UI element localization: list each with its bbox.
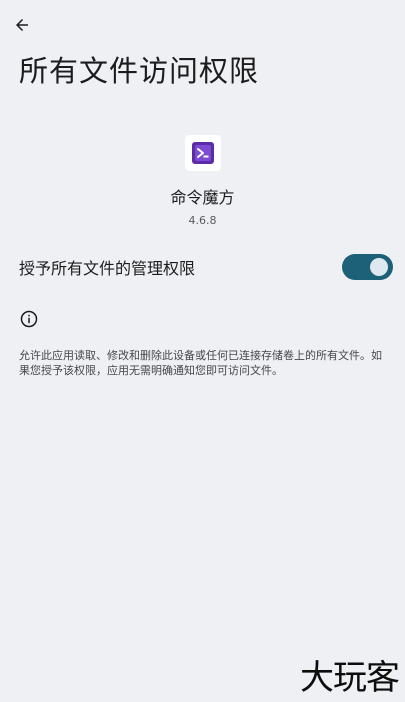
arrow-back-icon <box>16 19 28 31</box>
permission-toggle[interactable] <box>342 254 393 280</box>
app-header: 命令魔方 4.6.8 <box>0 135 405 227</box>
permission-toggle-label: 授予所有文件的管理权限 <box>19 259 196 278</box>
app-version: 4.6.8 <box>188 214 217 227</box>
app-icon <box>184 135 221 171</box>
permission-description: 允许此应用读取、修改和删除此设备或任何已连接存储卷上的所有文件。如果您授予该权限… <box>19 349 382 377</box>
toggle-knob <box>370 258 388 276</box>
permission-toggle-row[interactable]: 授予所有文件的管理权限 <box>19 253 393 281</box>
back-button[interactable] <box>10 13 34 37</box>
page-title: 所有文件访问权限 <box>19 54 260 88</box>
watermark-logo: 大玩客 <box>300 658 400 698</box>
info-icon <box>20 310 38 328</box>
app-name: 命令魔方 <box>170 188 235 207</box>
